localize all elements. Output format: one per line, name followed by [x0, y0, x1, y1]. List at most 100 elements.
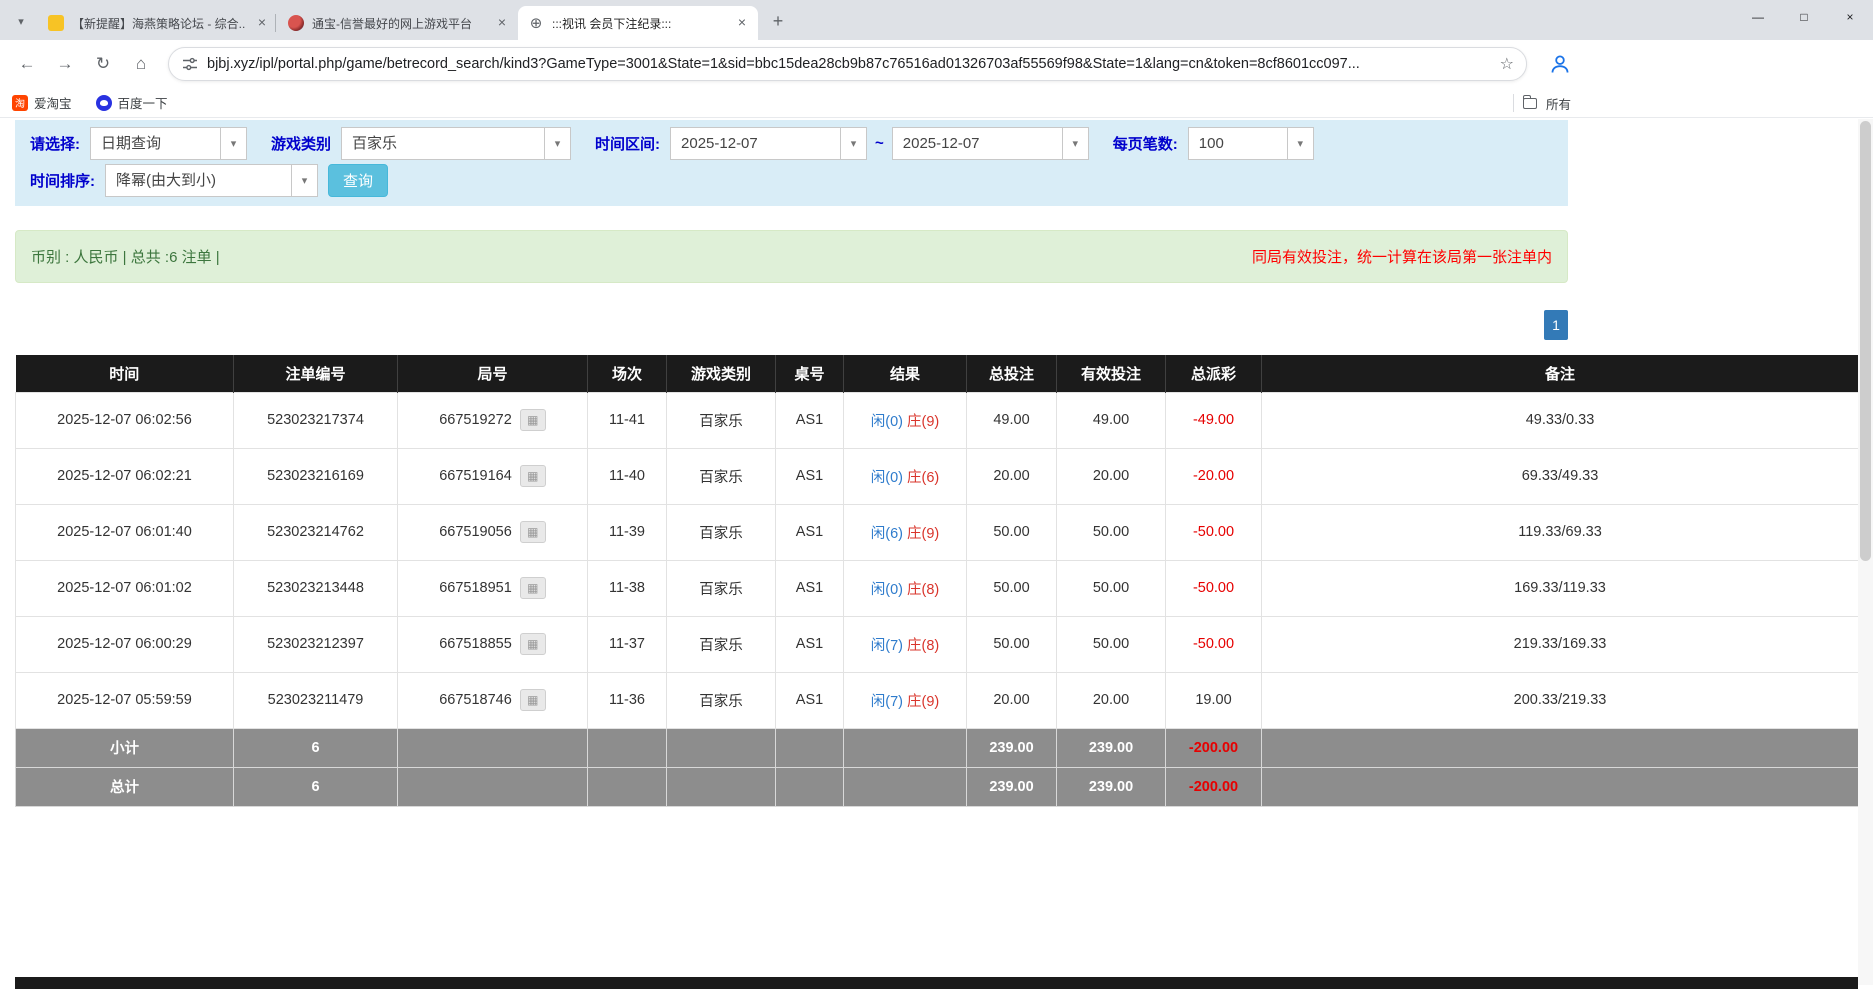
chevron-down-icon[interactable]: ▾ [840, 128, 866, 159]
bookmark-star-icon[interactable]: ☆ [1500, 54, 1514, 74]
date-to-value: 2025-12-07 [893, 128, 1062, 159]
page-1-button[interactable]: 1 [1544, 310, 1568, 340]
cell-remark: 69.33/49.33 [1262, 448, 1859, 504]
table-row: 2025-12-07 06:00:29 523023212397 6675188… [16, 616, 1859, 672]
reload-icon[interactable]: ↻ [86, 47, 120, 81]
cell-payout: 19.00 [1166, 672, 1262, 728]
folder-label: 所有 [1546, 94, 1571, 113]
cell-total-bet[interactable]: 20.00 [967, 448, 1057, 504]
cell-valid-bet: 50.00 [1057, 504, 1166, 560]
cell-game-type: 百家乐 [667, 616, 776, 672]
col-header-payout: 总派彩 [1166, 355, 1262, 392]
cell-table-no: AS1 [776, 448, 844, 504]
tab-search-chevron-icon[interactable]: ▾ [8, 8, 34, 34]
query-type-label: 请选择: [30, 133, 80, 154]
profile-avatar-icon[interactable] [1547, 51, 1573, 77]
result-player: 闲(0) [871, 582, 903, 598]
result-banker: 庄(8) [907, 638, 939, 654]
tab-close-icon[interactable]: × [494, 15, 510, 31]
forward-icon[interactable]: → [48, 47, 82, 81]
tab-bet-record[interactable]: ⊕ :::视讯 会员下注纪录::: × [518, 6, 758, 40]
per-page-select[interactable]: 100 ▾ [1188, 127, 1314, 160]
cell-payout: -49.00 [1166, 392, 1262, 448]
currency-summary-text: 币别 : 人民币 | 总共 :6 注单 | [31, 246, 220, 267]
tab-tongbao[interactable]: 通宝-信誉最好的网上游戏平台 × [278, 6, 518, 40]
filter-panel: 请选择: 日期查询 ▾ 游戏类别 百家乐 ▾ 时间区间: 2025-12-07 … [15, 120, 1568, 206]
chevron-down-icon[interactable]: ▾ [1287, 128, 1313, 159]
round-detail-icon[interactable]: ▦ [520, 633, 546, 655]
col-header-result: 结果 [844, 355, 967, 392]
cell-table-no: AS1 [776, 504, 844, 560]
scrollbar-thumb[interactable] [1860, 121, 1871, 561]
back-icon[interactable]: ← [10, 47, 44, 81]
subtotal-label: 小计 [16, 728, 234, 767]
chevron-down-icon[interactable]: ▾ [220, 128, 246, 159]
date-from-value: 2025-12-07 [671, 128, 840, 159]
table-row: 2025-12-07 06:02:21 523023216169 6675191… [16, 448, 1859, 504]
col-header-total-bet: 总投注 [967, 355, 1057, 392]
chevron-down-icon[interactable]: ▾ [291, 165, 317, 196]
sort-select[interactable]: 降幂(由大到小) ▾ [105, 164, 318, 197]
result-banker: 庄(9) [907, 414, 939, 430]
bookmark-baidu[interactable]: 百度一下 [96, 93, 168, 112]
cell-total-bet[interactable]: 50.00 [967, 616, 1057, 672]
tab-forum[interactable]: 【新提醒】海燕策略论坛 - 综合... × [38, 6, 278, 40]
round-detail-icon[interactable]: ▦ [520, 577, 546, 599]
cell-time: 2025-12-07 06:01:02 [16, 560, 234, 616]
cell-session: 11-41 [588, 392, 667, 448]
tab-close-icon[interactable]: × [734, 15, 750, 31]
tab-title: 【新提醒】海燕策略论坛 - 综合... [72, 15, 246, 32]
query-type-select[interactable]: 日期查询 ▾ [90, 127, 247, 160]
minimize-button[interactable]: — [1735, 0, 1781, 34]
browser-window: ▾ 【新提醒】海燕策略论坛 - 综合... × 通宝-信誉最好的网上游戏平台 ×… [0, 0, 1873, 118]
col-header-time: 时间 [16, 355, 234, 392]
round-detail-icon[interactable]: ▦ [520, 521, 546, 543]
round-detail-icon[interactable]: ▦ [520, 465, 546, 487]
date-to-input[interactable]: 2025-12-07 ▾ [892, 127, 1089, 160]
bookmark-aitaobao[interactable]: 淘 爱淘宝 [12, 93, 72, 112]
maximize-button[interactable]: □ [1781, 0, 1827, 34]
page-scrollbar[interactable] [1858, 119, 1873, 985]
cell-total-bet[interactable]: 50.00 [967, 560, 1057, 616]
all-bookmarks-folder[interactable]: 所有 [1513, 88, 1571, 118]
per-page-value: 100 [1189, 128, 1287, 159]
cell-game-type: 百家乐 [667, 672, 776, 728]
new-tab-button[interactable]: + [764, 7, 792, 35]
home-icon[interactable]: ⌂ [124, 47, 158, 81]
table-header-row: 时间 注单编号 局号 场次 游戏类别 桌号 结果 总投注 有效投注 总派彩 备注 [16, 355, 1859, 392]
site-info-icon[interactable] [181, 55, 199, 73]
date-from-input[interactable]: 2025-12-07 ▾ [670, 127, 867, 160]
cell-game-type: 百家乐 [667, 392, 776, 448]
tab-close-icon[interactable]: × [254, 15, 270, 31]
sort-label: 时间排序: [30, 170, 95, 191]
cell-valid-bet: 20.00 [1057, 672, 1166, 728]
cell-total-bet[interactable]: 20.00 [967, 672, 1057, 728]
cell-payout: -50.00 [1166, 560, 1262, 616]
round-detail-icon[interactable]: ▦ [520, 409, 546, 431]
chevron-down-icon[interactable]: ▾ [544, 128, 570, 159]
result-banker: 庄(9) [907, 694, 939, 710]
cell-valid-bet: 49.00 [1057, 392, 1166, 448]
cell-remark: 169.33/119.33 [1262, 560, 1859, 616]
filter-row-2: 时间排序: 降幂(由大到小) ▾ 查询 [15, 162, 1568, 199]
cell-table-no: AS1 [776, 616, 844, 672]
chevron-down-icon[interactable]: ▾ [1062, 128, 1088, 159]
page-content: 请选择: 日期查询 ▾ 游戏类别 百家乐 ▾ 时间区间: 2025-12-07 … [0, 120, 1873, 989]
url-bar[interactable]: bjbj.xyz/ipl/portal.php/game/betrecord_s… [168, 47, 1527, 81]
cell-remark: 219.33/169.33 [1262, 616, 1859, 672]
cell-total-bet[interactable]: 50.00 [967, 504, 1057, 560]
tab-title: :::视讯 会员下注纪录::: [552, 15, 726, 32]
bookmarks-bar: 淘 爱淘宝 百度一下 所有 [0, 88, 1873, 118]
cell-total-bet[interactable]: 49.00 [967, 392, 1057, 448]
folder-icon [1523, 98, 1537, 109]
round-detail-icon[interactable]: ▦ [520, 689, 546, 711]
game-type-select[interactable]: 百家乐 ▾ [341, 127, 571, 160]
cell-bet-id: 523023214762 [234, 504, 398, 560]
col-header-bet-id: 注单编号 [234, 355, 398, 392]
search-button[interactable]: 查询 [328, 164, 388, 197]
cell-table-no: AS1 [776, 672, 844, 728]
round-id-text: 667518746 [439, 692, 512, 708]
total-total-bet: 239.00 [967, 767, 1057, 806]
window-close-button[interactable]: × [1827, 0, 1873, 34]
total-payout: -200.00 [1166, 767, 1262, 806]
